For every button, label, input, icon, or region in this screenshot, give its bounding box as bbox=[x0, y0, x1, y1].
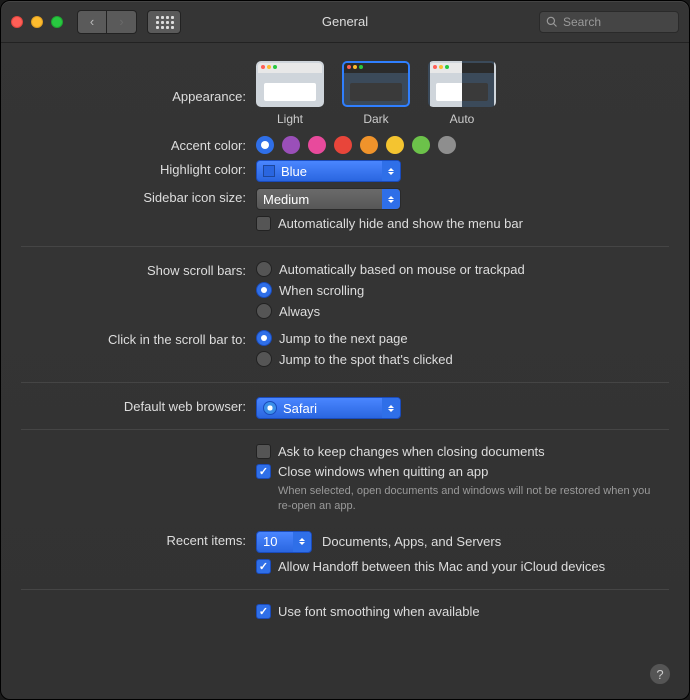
recent-select[interactable]: 10 bbox=[256, 531, 312, 553]
divider bbox=[21, 382, 669, 383]
sidebar-size-select[interactable]: Medium bbox=[256, 188, 401, 210]
browser-value: Safari bbox=[283, 401, 317, 416]
show-all-button[interactable] bbox=[147, 10, 181, 34]
accent-graphite[interactable] bbox=[438, 136, 456, 154]
handoff-checkbox[interactable] bbox=[256, 559, 271, 574]
accent-red[interactable] bbox=[334, 136, 352, 154]
window-controls bbox=[11, 16, 63, 28]
chevron-updown-icon bbox=[382, 161, 400, 181]
scrollbars-auto-label: Automatically based on mouse or trackpad bbox=[279, 262, 525, 277]
close-windows-label: Close windows when quitting an app bbox=[278, 464, 488, 479]
scrollbars-radio-always[interactable] bbox=[256, 303, 272, 319]
close-windows-hint: When selected, open documents and window… bbox=[278, 484, 658, 515]
appearance-light-label: Light bbox=[277, 112, 303, 126]
recent-suffix: Documents, Apps, and Servers bbox=[322, 534, 501, 549]
help-button[interactable]: ? bbox=[649, 663, 671, 685]
highlight-swatch bbox=[263, 165, 275, 177]
scrollbars-always-label: Always bbox=[279, 304, 320, 319]
minimize-icon[interactable] bbox=[31, 16, 43, 28]
sidebar-size-value: Medium bbox=[263, 192, 309, 207]
scrollclick-spot-label: Jump to the spot that's clicked bbox=[279, 352, 453, 367]
accent-color-picker bbox=[256, 136, 669, 154]
scrollbars-label: Show scroll bars: bbox=[21, 261, 256, 278]
accent-label: Accent color: bbox=[21, 136, 256, 153]
search-input[interactable]: Search bbox=[539, 11, 679, 33]
highlight-label: Highlight color: bbox=[21, 160, 256, 177]
scrollclick-radio-spot[interactable] bbox=[256, 351, 272, 367]
divider bbox=[21, 246, 669, 247]
appearance-option-auto[interactable]: Auto bbox=[428, 61, 496, 126]
scrollclick-radio-nextpage[interactable] bbox=[256, 330, 272, 346]
accent-orange[interactable] bbox=[360, 136, 378, 154]
browser-select[interactable]: Safari bbox=[256, 397, 401, 419]
close-windows-checkbox[interactable] bbox=[256, 464, 271, 479]
safari-icon bbox=[263, 401, 277, 415]
appearance-thumb-light bbox=[256, 61, 324, 107]
highlight-value: Blue bbox=[281, 164, 307, 179]
accent-purple[interactable] bbox=[282, 136, 300, 154]
appearance-thumb-auto bbox=[428, 61, 496, 107]
preferences-window: ‹ › General Search Appearance: Light Dar… bbox=[0, 0, 690, 700]
recent-label: Recent items: bbox=[21, 531, 256, 548]
font-smoothing-checkbox[interactable] bbox=[256, 604, 271, 619]
ask-changes-checkbox[interactable] bbox=[256, 444, 271, 459]
content: Appearance: Light Dark Auto Accent color… bbox=[1, 43, 689, 644]
scrollclick-nextpage-label: Jump to the next page bbox=[279, 331, 408, 346]
menubar-autohide-label: Automatically hide and show the menu bar bbox=[278, 216, 523, 231]
sidebar-size-label: Sidebar icon size: bbox=[21, 188, 256, 205]
chevron-updown-icon bbox=[293, 532, 311, 552]
chevron-updown-icon bbox=[382, 398, 400, 418]
nav-buttons: ‹ › bbox=[77, 10, 137, 34]
close-icon[interactable] bbox=[11, 16, 23, 28]
divider bbox=[21, 429, 669, 430]
search-icon bbox=[546, 16, 558, 28]
handoff-label: Allow Handoff between this Mac and your … bbox=[278, 559, 605, 574]
forward-button[interactable]: › bbox=[107, 10, 137, 34]
back-button[interactable]: ‹ bbox=[77, 10, 107, 34]
titlebar: ‹ › General Search bbox=[1, 1, 689, 43]
zoom-icon[interactable] bbox=[51, 16, 63, 28]
scrollbars-scrolling-label: When scrolling bbox=[279, 283, 364, 298]
ask-changes-label: Ask to keep changes when closing documen… bbox=[278, 444, 545, 459]
divider bbox=[21, 589, 669, 590]
accent-yellow[interactable] bbox=[386, 136, 404, 154]
accent-blue[interactable] bbox=[256, 136, 274, 154]
menubar-autohide-checkbox[interactable] bbox=[256, 216, 271, 231]
scrollbars-radio-auto[interactable] bbox=[256, 261, 272, 277]
scrollbars-radio-scrolling[interactable] bbox=[256, 282, 272, 298]
font-smoothing-label: Use font smoothing when available bbox=[278, 604, 480, 619]
appearance-label: Appearance: bbox=[21, 61, 256, 104]
scrollclick-label: Click in the scroll bar to: bbox=[21, 330, 256, 347]
appearance-auto-label: Auto bbox=[450, 112, 475, 126]
chevron-updown-icon bbox=[382, 189, 400, 209]
grid-icon bbox=[156, 16, 172, 28]
appearance-option-light[interactable]: Light bbox=[256, 61, 324, 126]
appearance-dark-label: Dark bbox=[363, 112, 388, 126]
search-placeholder: Search bbox=[563, 15, 601, 29]
appearance-option-dark[interactable]: Dark bbox=[342, 61, 410, 126]
accent-pink[interactable] bbox=[308, 136, 326, 154]
accent-green[interactable] bbox=[412, 136, 430, 154]
recent-value: 10 bbox=[263, 534, 277, 549]
appearance-thumb-dark bbox=[342, 61, 410, 107]
highlight-select[interactable]: Blue bbox=[256, 160, 401, 182]
browser-label: Default web browser: bbox=[21, 397, 256, 414]
